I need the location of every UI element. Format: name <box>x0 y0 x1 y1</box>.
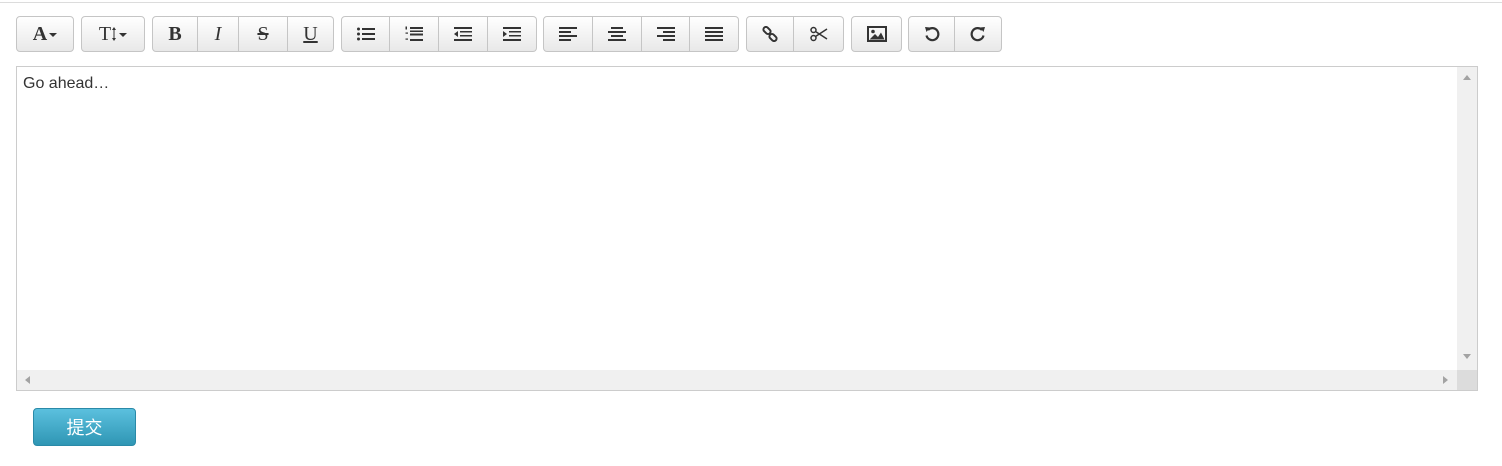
alignment-group <box>543 16 739 52</box>
align-justify-icon <box>705 27 723 41</box>
align-center-icon <box>608 27 626 41</box>
numbered-list-button[interactable] <box>390 16 439 52</box>
align-justify-button[interactable] <box>690 16 739 52</box>
text-style-group: B I S U <box>152 16 334 52</box>
bold-button[interactable]: B <box>152 16 198 52</box>
outdent-icon <box>454 27 472 41</box>
align-right-icon <box>656 27 675 41</box>
strikethrough-button[interactable]: S <box>239 16 288 52</box>
align-left-icon <box>559 27 577 41</box>
numbered-list-icon <box>405 26 423 41</box>
insert-image-button[interactable] <box>851 16 902 52</box>
history-group <box>908 16 1002 52</box>
link-button[interactable] <box>746 16 794 52</box>
bullet-list-button[interactable] <box>341 16 390 52</box>
font-size-group: T <box>81 16 145 52</box>
redo-button[interactable] <box>955 16 1002 52</box>
link-icon <box>762 26 778 42</box>
image-group <box>851 16 902 52</box>
horizontal-scrollbar[interactable] <box>17 370 1457 390</box>
bullet-list-icon <box>356 27 375 41</box>
underline-icon: U <box>303 23 318 45</box>
redo-icon <box>970 27 985 42</box>
scroll-right-arrow-icon[interactable] <box>1443 376 1448 384</box>
font-size-icon: T <box>98 23 112 45</box>
outdent-button[interactable] <box>439 16 488 52</box>
font-button[interactable]: A <box>16 16 74 52</box>
undo-button[interactable] <box>908 16 955 52</box>
unlink-icon <box>809 26 827 42</box>
image-icon <box>866 26 887 42</box>
indent-icon <box>503 27 521 41</box>
italic-icon: I <box>214 23 222 45</box>
rich-text-editor[interactable]: Go ahead… <box>16 66 1478 391</box>
list-group <box>341 16 537 52</box>
indent-button[interactable] <box>488 16 537 52</box>
italic-button[interactable]: I <box>198 16 239 52</box>
font-icon: A <box>32 23 48 45</box>
align-center-button[interactable] <box>593 16 642 52</box>
font-group: A <box>16 16 74 52</box>
bold-icon: B <box>168 23 182 45</box>
resize-corner[interactable] <box>1457 370 1477 390</box>
underline-button[interactable]: U <box>288 16 334 52</box>
vertical-scrollbar[interactable] <box>1457 67 1477 370</box>
undo-icon <box>924 27 939 42</box>
align-right-button[interactable] <box>642 16 690 52</box>
strikethrough-icon: S <box>257 23 269 45</box>
scroll-down-arrow-icon[interactable] <box>1463 354 1471 359</box>
scroll-up-arrow-icon[interactable] <box>1463 75 1471 80</box>
top-divider <box>0 2 1502 3</box>
scroll-left-arrow-icon[interactable] <box>25 376 30 384</box>
font-size-button[interactable]: T <box>81 16 145 52</box>
align-left-button[interactable] <box>543 16 593 52</box>
link-group <box>746 16 844 52</box>
chevron-down-icon <box>49 33 58 37</box>
editor-content[interactable]: Go ahead… <box>23 75 109 93</box>
size-arrows-icon <box>112 27 117 41</box>
unlink-button[interactable] <box>794 16 844 52</box>
submit-button[interactable]: 提交 <box>33 408 136 446</box>
chevron-down-icon <box>119 33 128 37</box>
